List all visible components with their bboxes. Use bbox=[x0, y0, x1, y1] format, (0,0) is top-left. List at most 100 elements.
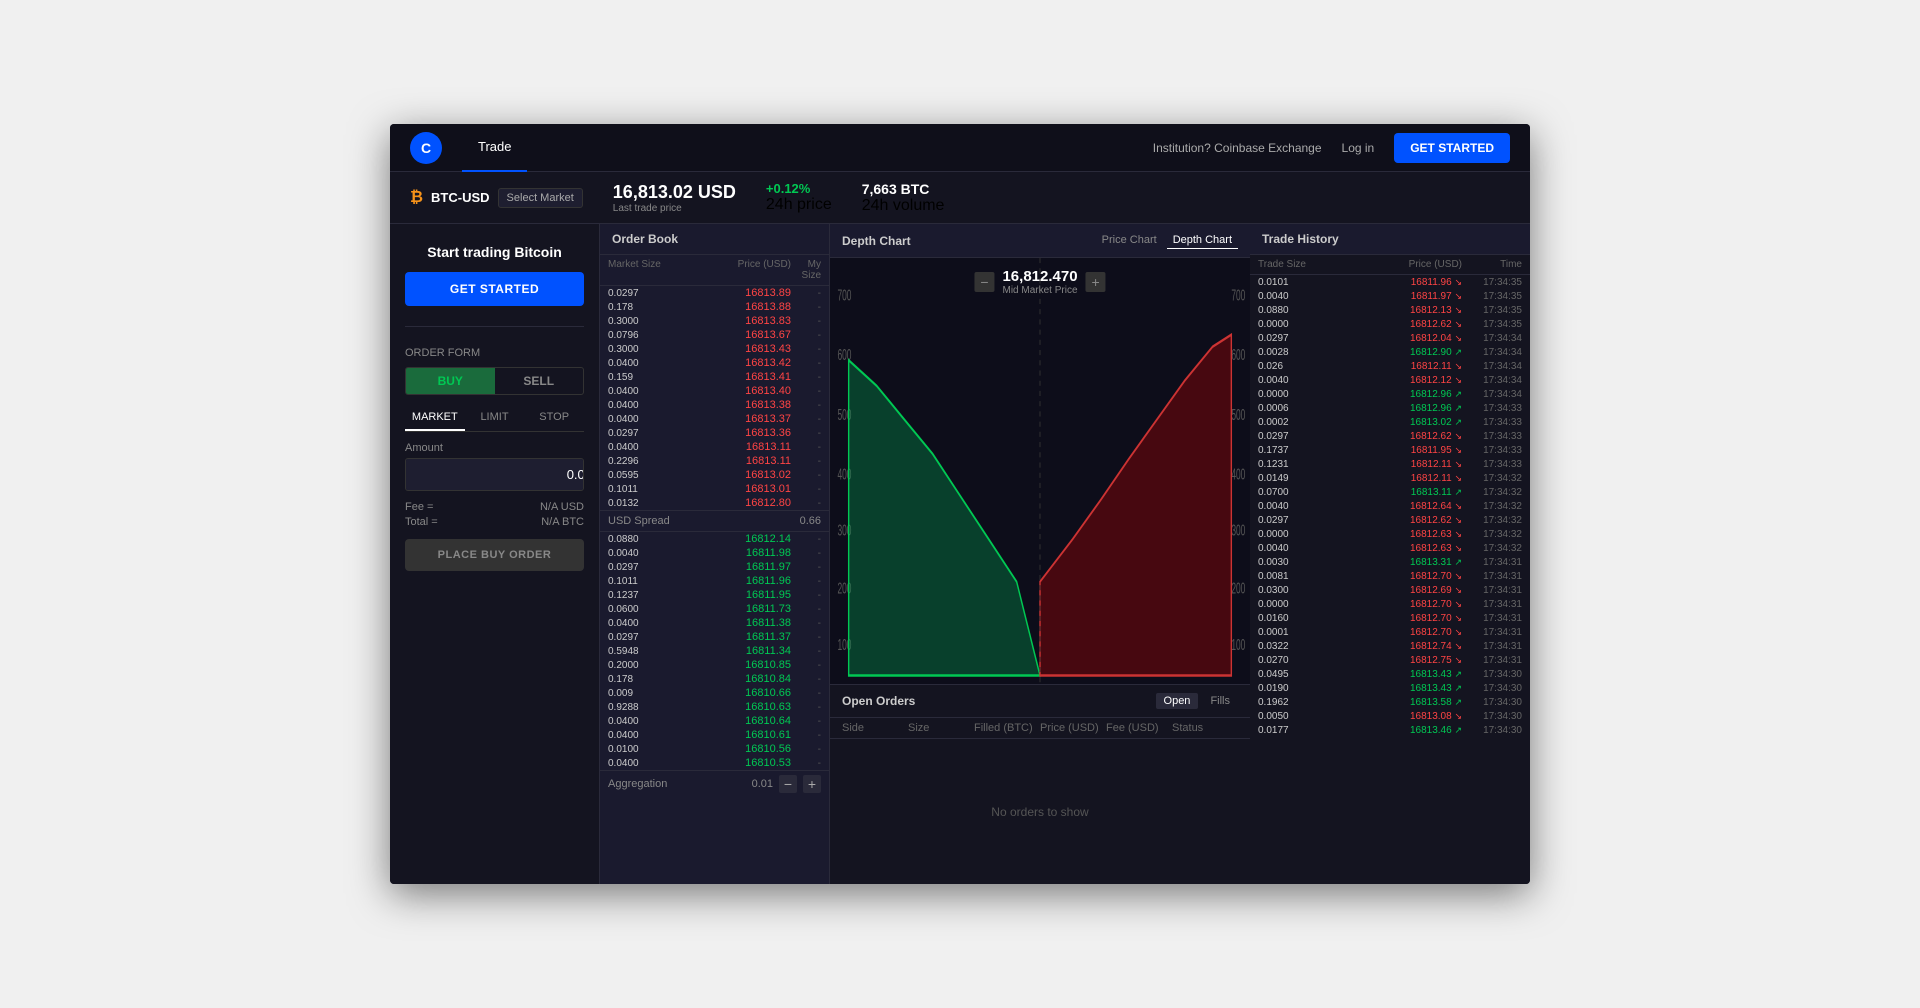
sell-tab[interactable]: SELL bbox=[495, 368, 584, 394]
buy-order-row: 0.1011 16811.96 - bbox=[600, 574, 829, 588]
trade-size: 0.0000 bbox=[1258, 529, 1318, 540]
trade-price: 16812.62 ↘ bbox=[1318, 515, 1462, 526]
sell-my-size: - bbox=[791, 428, 821, 439]
buy-order-row: 0.0400 16810.64 - bbox=[600, 714, 829, 728]
trade-time: 17:34:35 bbox=[1462, 305, 1522, 316]
mid-price-zoom-in-button[interactable]: + bbox=[1086, 272, 1106, 292]
trade-time: 17:34:35 bbox=[1462, 277, 1522, 288]
amount-input[interactable] bbox=[406, 459, 584, 490]
fee-row: Fee = N/A USD bbox=[405, 501, 584, 513]
buy-price: 16810.64 bbox=[663, 715, 791, 727]
ob-aggregation: Aggregation 0.01 − + bbox=[600, 770, 829, 797]
sell-market-size: 0.0297 bbox=[608, 288, 663, 299]
aggregation-increase-button[interactable]: + bbox=[803, 775, 821, 793]
buy-my-size: - bbox=[791, 576, 821, 587]
sell-my-size: - bbox=[791, 386, 821, 397]
sell-price: 16813.42 bbox=[663, 357, 791, 369]
trade-price: 16812.12 ↘ bbox=[1318, 375, 1462, 386]
buy-order-row: 0.0600 16811.73 - bbox=[600, 602, 829, 616]
sell-market-size: 0.159 bbox=[608, 372, 663, 383]
buy-market-size: 0.0400 bbox=[608, 716, 663, 727]
buy-order-row: 0.0297 16811.97 - bbox=[600, 560, 829, 574]
volume-value: 7,663 BTC bbox=[862, 181, 945, 197]
btc-icon: ₿ bbox=[410, 189, 423, 207]
sell-market-size: 0.0595 bbox=[608, 470, 663, 481]
trade-price: 16813.08 ↘ bbox=[1318, 711, 1462, 722]
trade-direction-icon: ↗ bbox=[1454, 403, 1462, 413]
sell-order-row: 0.2296 16813.11 - bbox=[600, 454, 829, 468]
sell-order-row: 0.0297 16813.36 - bbox=[600, 426, 829, 440]
fills-tab[interactable]: Fills bbox=[1202, 693, 1238, 709]
aggregation-decrease-button[interactable]: − bbox=[779, 775, 797, 793]
trade-price: 16812.04 ↘ bbox=[1318, 333, 1462, 344]
buy-order-row: 0.0400 16811.38 - bbox=[600, 616, 829, 630]
select-market-button[interactable]: Select Market bbox=[498, 188, 583, 208]
sell-market-size: 0.0400 bbox=[608, 414, 663, 425]
trade-price: 16813.02 ↗ bbox=[1318, 417, 1462, 428]
buy-my-size: - bbox=[791, 758, 821, 769]
sell-my-size: - bbox=[791, 470, 821, 481]
sell-my-size: - bbox=[791, 302, 821, 313]
trade-time: 17:34:35 bbox=[1462, 319, 1522, 330]
mid-price-label: Mid Market Price bbox=[1002, 285, 1077, 296]
trade-history-row: 0.0040 16812.64 ↘ 17:34:32 bbox=[1250, 499, 1530, 513]
price-chart-tab[interactable]: Price Chart bbox=[1096, 232, 1163, 249]
trade-price: 16812.63 ↘ bbox=[1318, 543, 1462, 554]
trade-history-row: 0.0000 16812.70 ↘ 17:34:31 bbox=[1250, 597, 1530, 611]
trade-size: 0.0030 bbox=[1258, 557, 1318, 568]
buy-price: 16810.61 bbox=[663, 729, 791, 741]
depth-chart-tab[interactable]: Depth Chart bbox=[1167, 232, 1238, 249]
trade-direction-icon: ↘ bbox=[1454, 277, 1462, 287]
trade-time: 17:34:30 bbox=[1462, 697, 1522, 708]
buy-market-size: 0.2000 bbox=[608, 660, 663, 671]
login-button[interactable]: Log in bbox=[1342, 141, 1375, 155]
limit-tab[interactable]: LIMIT bbox=[465, 405, 525, 431]
stop-tab[interactable]: STOP bbox=[524, 405, 584, 431]
trade-size: 0.0149 bbox=[1258, 473, 1318, 484]
trade-price: 16812.96 ↗ bbox=[1318, 389, 1462, 400]
buy-price: 16810.66 bbox=[663, 687, 791, 699]
sell-order-row: 0.0400 16813.38 - bbox=[600, 398, 829, 412]
mid-price-zoom-out-button[interactable]: − bbox=[974, 272, 994, 292]
trade-price: 16813.46 ↗ bbox=[1318, 725, 1462, 736]
order-book-header: Order Book bbox=[600, 224, 829, 255]
center-content: Order Book Market Size Price (USD) My Si… bbox=[600, 224, 1530, 884]
trade-size: 0.0880 bbox=[1258, 305, 1318, 316]
sell-orders-list: 0.0297 16813.89 - 0.178 16813.88 - 0.300… bbox=[600, 286, 829, 510]
svg-text:300: 300 bbox=[1231, 522, 1245, 539]
trade-time: 17:34:32 bbox=[1462, 501, 1522, 512]
depth-chart-title: Depth Chart bbox=[842, 234, 911, 248]
nav-tab-trade[interactable]: Trade bbox=[462, 124, 527, 172]
divider-1 bbox=[405, 326, 584, 327]
nav-right: Institution? Coinbase Exchange Log in GE… bbox=[1153, 133, 1510, 163]
order-form: Order Form BUY SELL MARKET LIMIT STOP Am… bbox=[405, 347, 584, 571]
svg-text:600: 600 bbox=[1231, 347, 1245, 364]
oo-col-headers: Side Size Filled (BTC) Price (USD) Fee (… bbox=[830, 718, 1250, 739]
center-depth-orders: Depth Chart Price Chart Depth Chart − 16… bbox=[830, 224, 1250, 884]
trade-direction-icon: ↘ bbox=[1454, 473, 1462, 483]
buy-orders-list: 0.0880 16812.14 - 0.0040 16811.98 - 0.02… bbox=[600, 532, 829, 770]
trade-price: 16812.75 ↘ bbox=[1318, 655, 1462, 666]
sell-order-row: 0.178 16813.88 - bbox=[600, 300, 829, 314]
buy-tab[interactable]: BUY bbox=[406, 368, 495, 394]
get-started-nav-button[interactable]: GET STARTED bbox=[1394, 133, 1510, 163]
trade-history-row: 0.0028 16812.90 ↗ 17:34:34 bbox=[1250, 345, 1530, 359]
place-order-button[interactable]: PLACE BUY ORDER bbox=[405, 539, 584, 571]
get-started-button[interactable]: GET STARTED bbox=[405, 272, 584, 306]
buy-price: 16811.95 bbox=[663, 589, 791, 601]
open-orders-header: Open Orders Open Fills bbox=[830, 685, 1250, 718]
open-tab[interactable]: Open bbox=[1156, 693, 1199, 709]
market-tab[interactable]: MARKET bbox=[405, 405, 465, 431]
trade-price: 16811.95 ↘ bbox=[1318, 445, 1462, 456]
trade-size: 0.0028 bbox=[1258, 347, 1318, 358]
buy-sell-tabs: BUY SELL bbox=[405, 367, 584, 395]
trade-time: 17:34:31 bbox=[1462, 557, 1522, 568]
trade-size: 0.0300 bbox=[1258, 585, 1318, 596]
trade-price: 16813.43 ↗ bbox=[1318, 683, 1462, 694]
trade-size: 0.0050 bbox=[1258, 711, 1318, 722]
buy-my-size: - bbox=[791, 618, 821, 629]
buy-my-size: - bbox=[791, 716, 821, 727]
trade-direction-icon: ↘ bbox=[1454, 305, 1462, 315]
trade-direction-icon: ↗ bbox=[1454, 389, 1462, 399]
buy-order-row: 0.5948 16811.34 - bbox=[600, 644, 829, 658]
